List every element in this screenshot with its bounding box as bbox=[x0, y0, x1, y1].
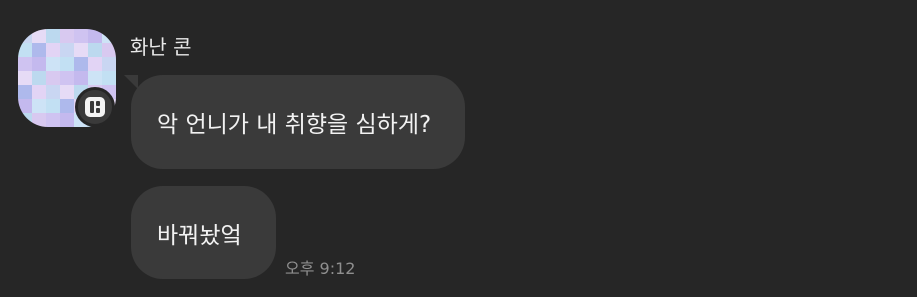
message-text: 바꿔놨엌 bbox=[157, 222, 242, 249]
avatar-pixel bbox=[60, 71, 74, 85]
avatar-pixel bbox=[102, 43, 116, 57]
avatar-pixel bbox=[88, 29, 102, 43]
avatar-pixel bbox=[46, 57, 60, 71]
message-bubble[interactable]: 바꿔놨엌 bbox=[131, 186, 276, 279]
avatar-pixel bbox=[32, 85, 46, 99]
message-text: 악 언니가 내 취향을 심하게? bbox=[157, 112, 432, 138]
avatar-pixel bbox=[18, 71, 32, 85]
avatar-pixel bbox=[32, 99, 46, 113]
avatar-pixel bbox=[32, 113, 46, 127]
avatar-pixel bbox=[32, 29, 46, 43]
message-timestamp: 오후 9:12 bbox=[285, 259, 356, 278]
avatar-pixel bbox=[60, 85, 74, 99]
avatar-pixel bbox=[88, 57, 102, 71]
avatar-pixel bbox=[74, 29, 88, 43]
avatar-pixel bbox=[18, 57, 32, 71]
avatar-pixel bbox=[88, 71, 102, 85]
avatar-pixel bbox=[88, 43, 102, 57]
avatar-pixel bbox=[18, 113, 32, 127]
avatar-pixel bbox=[32, 43, 46, 57]
avatar-pixel bbox=[60, 43, 74, 57]
avatar-pixel bbox=[74, 71, 88, 85]
avatar-pixel bbox=[18, 29, 32, 43]
avatar-pixel bbox=[60, 29, 74, 43]
avatar-pixel bbox=[102, 57, 116, 71]
avatar-pixel bbox=[46, 113, 60, 127]
avatar-pixel bbox=[102, 29, 116, 43]
avatar-pixel bbox=[32, 71, 46, 85]
avatar-pixel bbox=[60, 57, 74, 71]
avatar-pixel bbox=[46, 85, 60, 99]
avatar-pixel bbox=[60, 99, 74, 113]
avatar-pixel bbox=[74, 57, 88, 71]
avatar-pixel bbox=[60, 113, 74, 127]
message-bubble[interactable]: 악 언니가 내 취향을 심하게? bbox=[131, 75, 465, 169]
avatar-pixel bbox=[18, 85, 32, 99]
avatar-pixel bbox=[46, 29, 60, 43]
sender-name: 화난 콘 bbox=[130, 35, 192, 59]
bubble-tail bbox=[124, 75, 138, 89]
avatar-pixel bbox=[18, 99, 32, 113]
avatar-pixel bbox=[32, 57, 46, 71]
avatar-pixel bbox=[74, 43, 88, 57]
avatar-pixel bbox=[46, 99, 60, 113]
avatar-pixel bbox=[46, 43, 60, 57]
avatar-pixel bbox=[18, 43, 32, 57]
profile-badge-icon bbox=[75, 87, 115, 127]
badge-glyph-icon bbox=[85, 97, 105, 117]
avatar-pixel bbox=[102, 71, 116, 85]
avatar-pixel bbox=[46, 71, 60, 85]
